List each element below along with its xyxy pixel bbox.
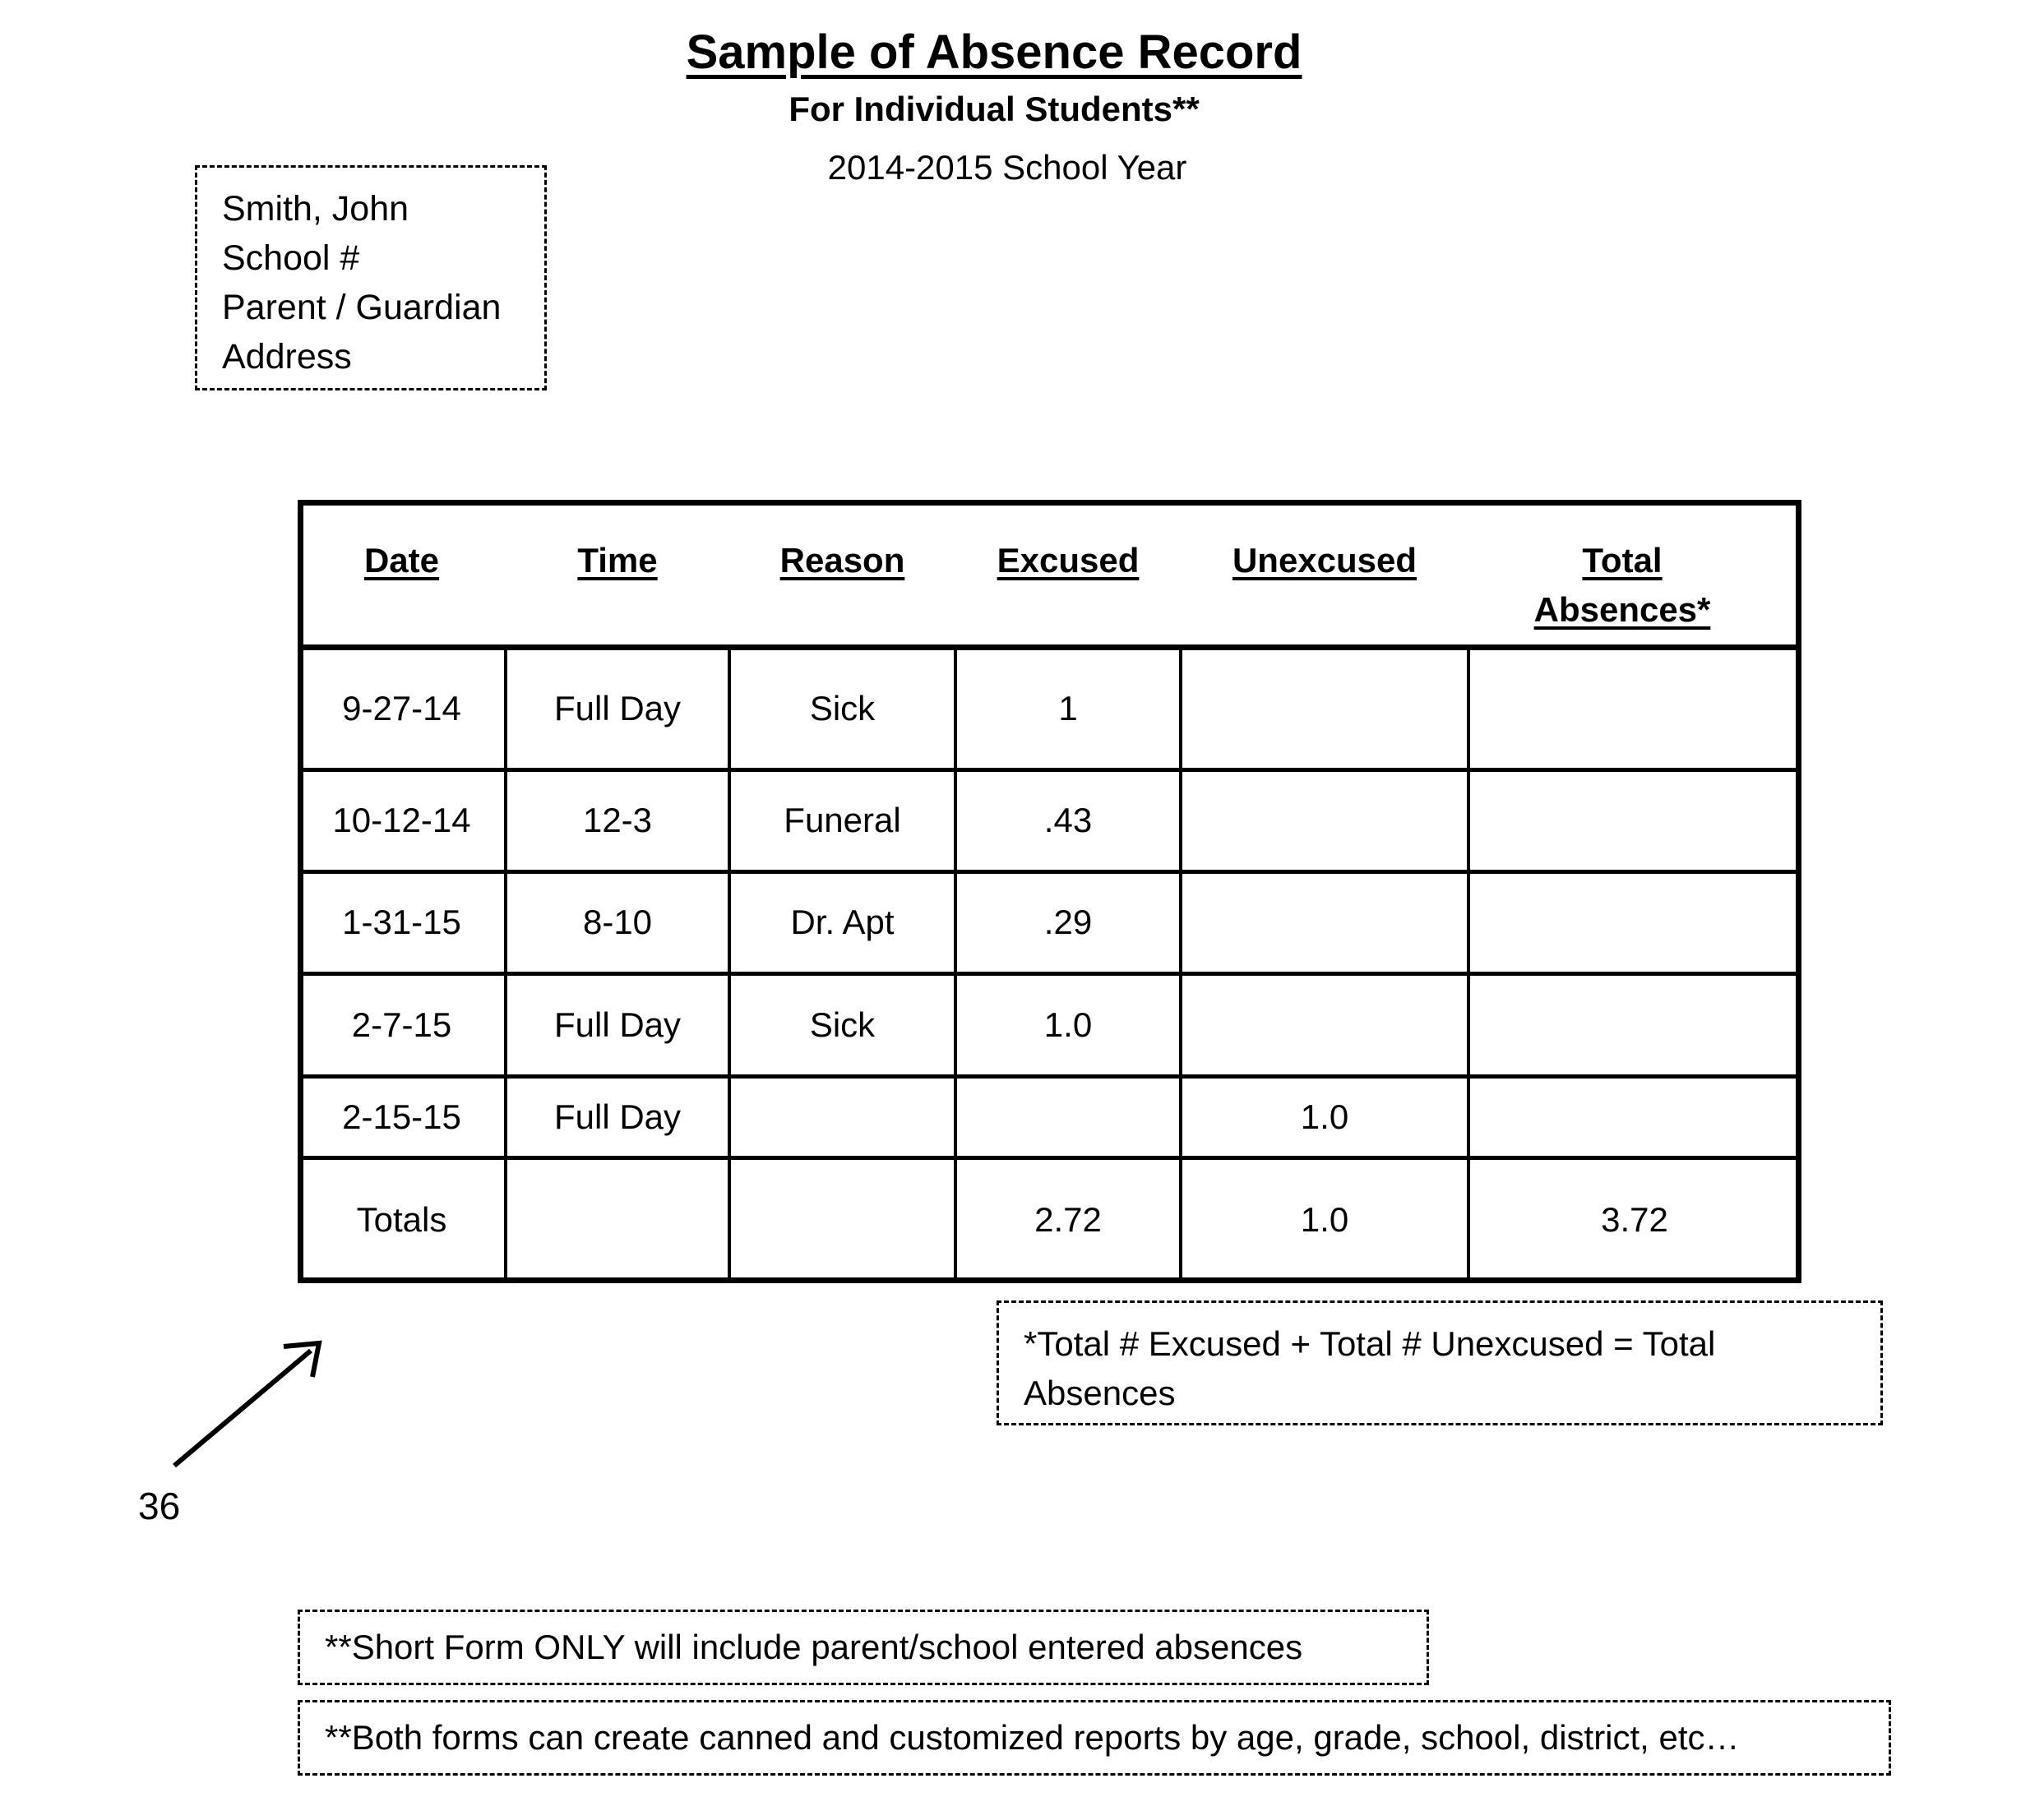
both-forms-note: **Both forms can create canned and custo… xyxy=(298,1700,1891,1776)
arrow-up-right-icon xyxy=(173,1340,322,1468)
short-form-text: **Short Form ONLY will include parent/sc… xyxy=(325,1628,1303,1666)
both-forms-text: **Both forms can create canned and custo… xyxy=(325,1718,1740,1757)
short-form-note: **Short Form ONLY will include parent/sc… xyxy=(298,1610,1429,1685)
reference-number: 36 xyxy=(138,1485,181,1527)
arrow-shaft xyxy=(173,1348,312,1468)
